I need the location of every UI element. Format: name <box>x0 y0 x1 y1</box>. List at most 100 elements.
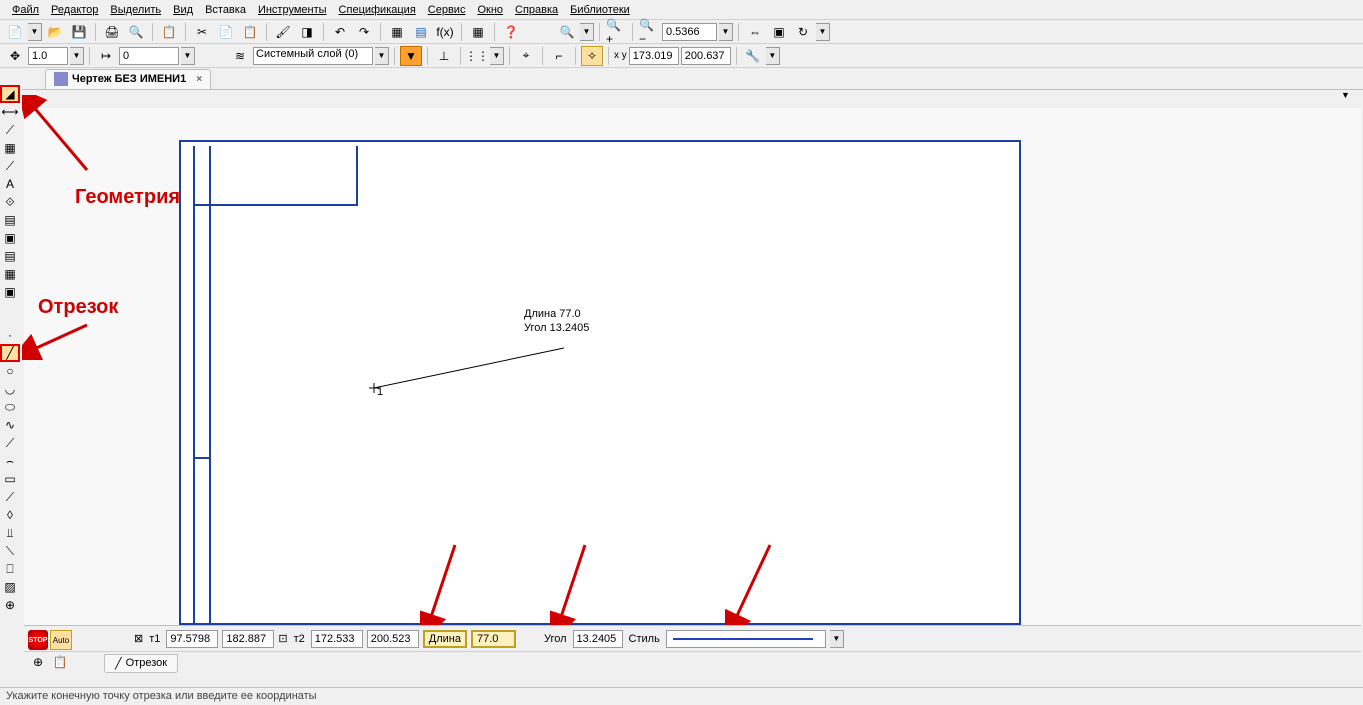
step-input[interactable] <box>119 47 179 65</box>
contour-tool[interactable]: ◊ <box>0 506 20 524</box>
auxiliary-tool[interactable]: ⟍ <box>0 542 20 560</box>
help-button[interactable]: ❓ <box>500 22 522 42</box>
point-tool[interactable]: · <box>0 326 20 344</box>
copy-button[interactable]: 📄 <box>215 22 237 42</box>
layer-combo[interactable]: Системный слой (0) <box>253 47 373 65</box>
move-button[interactable]: ⇔ <box>744 22 766 42</box>
style-dropdown[interactable]: ▼ <box>830 630 844 648</box>
create-object-button[interactable]: ⊕ <box>28 652 48 672</box>
menu-view[interactable]: Вид <box>167 2 199 17</box>
zoom-out-button[interactable]: 🔍− <box>638 22 660 42</box>
cut-button[interactable]: ✂ <box>191 22 213 42</box>
ellipse-tool[interactable]: ⬭ <box>0 398 20 416</box>
spline-tool[interactable]: ∿ <box>0 416 20 434</box>
t2-y-input[interactable] <box>367 630 419 648</box>
axis-tool[interactable]: ⊕ <box>0 596 20 614</box>
brush-button[interactable]: 🖌 <box>272 22 294 42</box>
stop-button[interactable]: STOP <box>28 630 48 650</box>
zoom-window-dropdown[interactable]: ▼ <box>580 23 594 41</box>
close-tab-button[interactable]: × <box>196 74 202 85</box>
t1-x-input[interactable] <box>166 630 218 648</box>
symbols-tool[interactable]: ⟋ <box>0 121 20 139</box>
menu-select[interactable]: Выделить <box>104 2 167 17</box>
circle-tool[interactable]: ○ <box>0 362 20 380</box>
zoom-window-button[interactable]: 🔍 <box>556 22 578 42</box>
new-button[interactable]: 📄 <box>4 22 26 42</box>
zoom-value-input[interactable] <box>662 23 717 41</box>
spec-icon[interactable]: ▤ <box>410 22 432 42</box>
rectangle-tool[interactable]: ▭ <box>0 470 20 488</box>
redo-button[interactable]: ↷ <box>353 22 375 42</box>
menu-specification[interactable]: Спецификация <box>333 2 422 17</box>
menu-tools[interactable]: Инструменты <box>252 2 333 17</box>
label-tool[interactable]: ⎕ <box>0 560 20 578</box>
zoom-in-button[interactable]: 🔍+ <box>605 22 627 42</box>
line-weight-input[interactable] <box>28 47 68 65</box>
step-dropdown[interactable]: ▼ <box>181 47 195 65</box>
insert-tool[interactable]: ▣ <box>0 283 20 301</box>
t2-x-input[interactable] <box>311 630 363 648</box>
select-tool[interactable]: ▣ <box>0 229 20 247</box>
step-icon[interactable]: ↦ <box>95 46 117 66</box>
print-button[interactable]: 🖨 <box>101 22 123 42</box>
chamfer-tool[interactable]: ⟋ <box>0 434 20 452</box>
length-input[interactable] <box>471 630 516 648</box>
grid-toggle-button[interactable]: ⋮⋮ <box>466 46 488 66</box>
measure-tool[interactable]: ▤ <box>0 211 20 229</box>
geometry-tool[interactable]: ◢ <box>0 85 20 103</box>
refresh-dropdown[interactable]: ▼ <box>816 23 830 41</box>
menu-file[interactable]: Файл <box>6 2 45 17</box>
toolbox-dropdown[interactable]: ▼ <box>766 47 780 65</box>
save-button[interactable]: 💾 <box>68 22 90 42</box>
angle-input[interactable] <box>573 630 623 648</box>
line-weight-dropdown[interactable]: ▼ <box>70 47 84 65</box>
menu-help[interactable]: Справка <box>509 2 564 17</box>
round-button[interactable]: ⌐ <box>548 46 570 66</box>
eraser-button[interactable]: ◨ <box>296 22 318 42</box>
menu-service[interactable]: Сервис <box>422 2 472 17</box>
text-tool[interactable]: A <box>0 175 20 193</box>
tabs-dropdown[interactable]: ▼ <box>1341 90 1355 104</box>
edit-tool[interactable]: ⟋ <box>0 157 20 175</box>
fillet-tool[interactable]: ⌢ <box>0 452 20 470</box>
coord-x-input[interactable] <box>629 47 679 65</box>
grid-dropdown[interactable]: ▼ <box>490 47 504 65</box>
menu-libraries[interactable]: Библиотеки <box>564 2 636 17</box>
step-cursor-button[interactable]: ✥ <box>4 46 26 66</box>
segment-command-tab[interactable]: ╱ Отрезок <box>104 654 178 673</box>
t1-y-input[interactable] <box>222 630 274 648</box>
undo-button[interactable]: ↶ <box>329 22 351 42</box>
parametric-tool[interactable]: ⟐ <box>0 193 20 211</box>
local-cs-button[interactable]: ✧ <box>581 46 603 66</box>
preview-button[interactable]: 🔍 <box>125 22 147 42</box>
dimensions-tool[interactable]: ⟷ <box>0 103 20 121</box>
hatch-tool[interactable]: ▦ <box>0 139 20 157</box>
report-tool[interactable]: ▦ <box>0 265 20 283</box>
grid-icon[interactable]: ▦ <box>386 22 408 42</box>
fit-button[interactable]: ▣ <box>768 22 790 42</box>
refresh-button[interactable]: ↻ <box>792 22 814 42</box>
segment-tool[interactable]: ╱ <box>0 344 20 362</box>
style-combo[interactable] <box>666 630 826 648</box>
color-button[interactable]: ▼ <box>400 46 422 66</box>
spec-tool[interactable]: ▤ <box>0 247 20 265</box>
canvas-area[interactable]: Длина 77.0 Угол 13.2405 1 <box>24 108 1361 625</box>
fx-button[interactable]: f(x) <box>434 22 456 42</box>
layer-icon[interactable]: ≋ <box>229 46 251 66</box>
auto-button[interactable]: Auto <box>50 630 72 650</box>
new-dropdown[interactable]: ▼ <box>28 23 42 41</box>
copy-props-button[interactable]: 📋 <box>50 652 70 672</box>
polyline-tool[interactable]: ⟋ <box>0 488 20 506</box>
menu-editor[interactable]: Редактор <box>45 2 104 17</box>
zoom-value-dropdown[interactable]: ▼ <box>719 23 733 41</box>
properties-button[interactable]: 📋 <box>158 22 180 42</box>
open-button[interactable]: 📂 <box>44 22 66 42</box>
layer-dropdown[interactable]: ▼ <box>375 47 389 65</box>
equidistant-tool[interactable]: ⫫ <box>0 524 20 542</box>
manager-button[interactable]: ▦ <box>467 22 489 42</box>
toolbox-button[interactable]: 🔧 <box>742 46 764 66</box>
hatch-fill-tool[interactable]: ▨ <box>0 578 20 596</box>
menu-insert[interactable]: Вставка <box>199 2 252 17</box>
coord-y-input[interactable] <box>681 47 731 65</box>
snap-button[interactable]: ⌖ <box>515 46 537 66</box>
